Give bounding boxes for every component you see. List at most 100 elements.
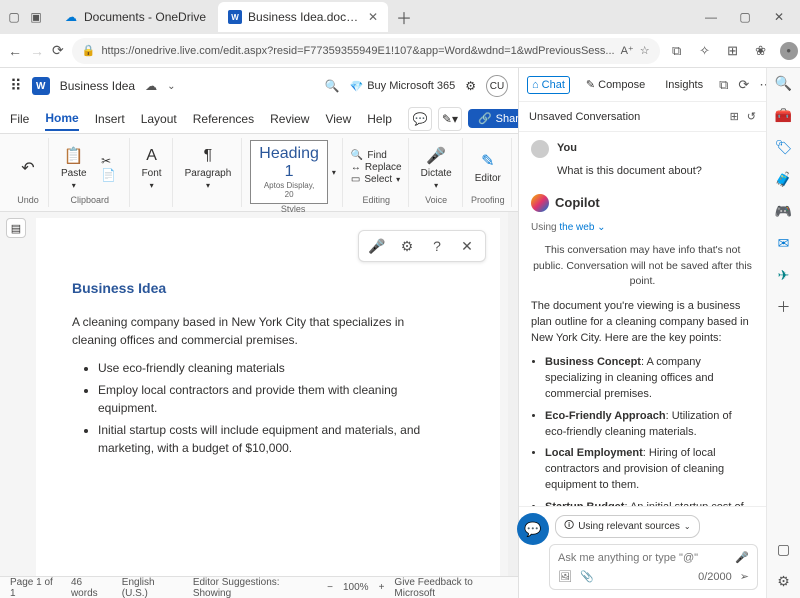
- dictate-button[interactable]: 🎤Dictate▾: [417, 144, 456, 192]
- chevron-down-icon[interactable]: ⌄: [597, 222, 605, 233]
- paste-button[interactable]: 📋Paste▾: [57, 144, 91, 192]
- zoom-level[interactable]: 100%: [343, 582, 369, 593]
- shopping-icon[interactable]: 🏷: [775, 138, 793, 156]
- help-icon[interactable]: ?: [427, 236, 447, 256]
- tab-view[interactable]: View: [325, 108, 351, 130]
- paragraph-button[interactable]: ¶Paragraph▾: [181, 144, 236, 192]
- profile-avatar[interactable]: •: [780, 42, 798, 60]
- page-indicator[interactable]: Page 1 of 1: [10, 577, 59, 598]
- reader-icon[interactable]: A⁺: [621, 44, 634, 57]
- language-indicator[interactable]: English (U.S.): [122, 577, 181, 598]
- games-icon[interactable]: 🎮: [775, 202, 793, 220]
- gear-icon[interactable]: ⚙: [397, 236, 417, 256]
- tab-layout[interactable]: Layout: [141, 108, 177, 130]
- settings-icon[interactable]: ⚙: [775, 572, 793, 590]
- add-icon[interactable]: ＋: [775, 298, 793, 316]
- zoom-out-button[interactable]: −: [327, 582, 333, 593]
- new-topic-button[interactable]: 💬: [517, 513, 549, 545]
- copilot-brand-name: Copilot: [555, 194, 600, 213]
- group-label: Clipboard: [71, 195, 110, 205]
- browser-tab-onedrive[interactable]: ☁ Documents - OneDrive: [54, 2, 216, 32]
- briefcase-icon[interactable]: 🧳: [775, 170, 793, 188]
- user-badge[interactable]: CU: [486, 75, 508, 97]
- open-external-icon[interactable]: ⧉: [719, 77, 728, 93]
- copilot-text-input[interactable]: [558, 552, 729, 564]
- tab-review[interactable]: Review: [270, 108, 309, 130]
- tab-file[interactable]: File: [10, 108, 29, 130]
- search-icon[interactable]: 🔍: [775, 74, 793, 92]
- editor-button[interactable]: ✎Editor: [471, 149, 505, 186]
- copilot-input-box[interactable]: 🎤 🖼 📎 0/2000 ➢: [549, 544, 758, 590]
- history-icon[interactable]: ↺: [747, 110, 756, 123]
- app-launcher-icon[interactable]: ⠿: [10, 76, 22, 96]
- forward-button[interactable]: →: [30, 41, 44, 61]
- copilot-tab-insights[interactable]: Insights: [661, 77, 707, 93]
- minimize-button[interactable]: —: [696, 3, 726, 31]
- tab-insert[interactable]: Insert: [95, 108, 125, 130]
- favorite-icon[interactable]: ☆: [640, 44, 650, 57]
- document-name[interactable]: Business Idea: [60, 79, 135, 93]
- editing-mode-button[interactable]: ✎▾: [438, 107, 462, 131]
- url-field[interactable]: 🔒 https://onedrive.live.com/edit.aspx?re…: [72, 38, 660, 64]
- sidebar-toggle-icon[interactable]: ▢: [775, 540, 793, 558]
- extensions-icon[interactable]: ✧: [696, 42, 714, 60]
- tab-label: Documents - OneDrive: [84, 10, 206, 24]
- sources-pill[interactable]: 🛈 Using relevant sources ⌄: [555, 515, 700, 538]
- document-page[interactable]: 🎤 ⚙ ? ✕ Business Idea A cleaning company…: [36, 218, 500, 576]
- send-icon[interactable]: ➢: [740, 570, 749, 583]
- find-button[interactable]: 🔍Find: [351, 150, 402, 161]
- drop-icon[interactable]: ✈: [775, 266, 793, 284]
- tab-history-icon[interactable]: ▢: [6, 9, 22, 25]
- tab-references[interactable]: References: [193, 108, 254, 130]
- grid-icon[interactable]: ⊞: [730, 110, 739, 123]
- copilot-tab-compose[interactable]: ✎Compose: [582, 76, 649, 93]
- refresh-icon[interactable]: ⟳: [738, 77, 749, 93]
- maximize-button[interactable]: ▢: [730, 3, 760, 31]
- saved-cloud-icon[interactable]: ☁: [145, 79, 157, 93]
- extension-icon[interactable]: ❀: [752, 42, 770, 60]
- close-window-button[interactable]: ✕: [764, 3, 794, 31]
- new-tab-button[interactable]: ＋: [390, 3, 418, 31]
- zoom-in-button[interactable]: +: [379, 582, 385, 593]
- tab-home[interactable]: Home: [45, 107, 78, 131]
- back-button[interactable]: ←: [8, 41, 22, 61]
- navigation-pane-toggle[interactable]: ▤: [6, 218, 26, 238]
- style-chevron-icon[interactable]: ▾: [332, 168, 336, 177]
- undo-button[interactable]: ↶: [14, 156, 42, 180]
- collections-icon[interactable]: ⧉: [668, 42, 686, 60]
- comments-button[interactable]: 💬: [408, 107, 432, 131]
- group-label: [150, 195, 153, 205]
- attach-file-icon[interactable]: 📎: [580, 570, 594, 583]
- buy-m365-button[interactable]: 💎Buy Microsoft 365: [349, 80, 455, 93]
- close-icon[interactable]: ✕: [368, 10, 378, 24]
- tab-help[interactable]: Help: [367, 108, 392, 130]
- select-button[interactable]: ▭Select▾: [351, 174, 402, 185]
- site-info-icon[interactable]: 🔒: [82, 44, 96, 57]
- browser-tab-word[interactable]: W Business Idea.docx - Microsoft W ✕: [218, 2, 388, 32]
- mic-icon[interactable]: 🎤: [367, 236, 387, 256]
- feedback-link[interactable]: Give Feedback to Microsoft: [394, 577, 508, 598]
- clipboard-options[interactable]: ✂📄: [95, 156, 123, 180]
- outlook-icon[interactable]: ✉: [775, 234, 793, 252]
- tools-icon[interactable]: 🧰: [775, 106, 793, 124]
- search-icon[interactable]: 🔍: [325, 79, 340, 93]
- close-icon[interactable]: ✕: [457, 236, 477, 256]
- list-item: Initial startup costs will include equip…: [98, 421, 450, 457]
- scrollbar[interactable]: [508, 212, 518, 576]
- tab-overview-icon[interactable]: ▣: [28, 9, 44, 25]
- doc-paragraph: A cleaning company based in New York Cit…: [72, 313, 450, 349]
- font-button[interactable]: AFont▾: [138, 144, 166, 192]
- copilot-tab-chat[interactable]: ⌂Chat: [527, 76, 570, 94]
- chevron-down-icon[interactable]: ⌄: [167, 81, 175, 92]
- word-count[interactable]: 46 words: [71, 577, 110, 598]
- attach-image-icon[interactable]: 🖼: [558, 570, 572, 583]
- settings-icon[interactable]: ⚙: [465, 79, 476, 93]
- style-gallery[interactable]: Heading 1 Aptos Display, 20: [250, 140, 328, 204]
- editor-status[interactable]: Editor Suggestions: Showing: [193, 577, 315, 598]
- replace-button[interactable]: ↔Replace: [351, 162, 402, 173]
- using-link[interactable]: the web: [559, 222, 594, 233]
- mic-icon[interactable]: 🎤: [735, 551, 749, 564]
- favorites-bar-icon[interactable]: ⊞: [724, 42, 742, 60]
- refresh-button[interactable]: ⟳: [52, 41, 64, 61]
- doc-heading: Business Idea: [72, 278, 450, 299]
